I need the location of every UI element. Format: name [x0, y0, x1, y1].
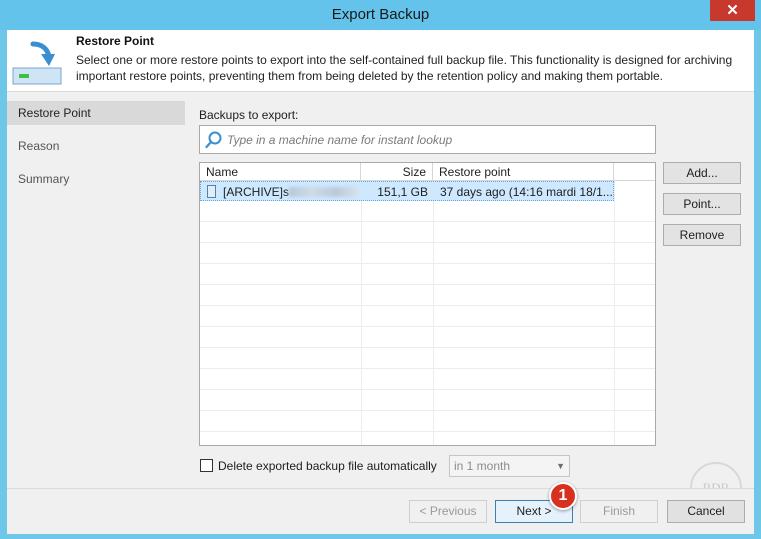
- row-name: [ARCHIVE]s: [223, 185, 290, 199]
- retention-period-value: in 1 month: [454, 459, 511, 473]
- close-button[interactable]: ✕: [710, 0, 755, 21]
- empty-row: [200, 370, 655, 390]
- header-description: Select one or more restore points to exp…: [76, 53, 733, 83]
- step-badge: 1: [549, 482, 577, 510]
- column-restore-point[interactable]: Restore point: [433, 163, 614, 181]
- export-backup-window: Export Backup ✕ Restore Point Select one…: [0, 0, 761, 539]
- redacted-text: [289, 187, 360, 197]
- row-size: 151,1 GB: [377, 185, 428, 199]
- step-reason[interactable]: Reason: [7, 134, 185, 158]
- step-restore-point[interactable]: Restore Point: [7, 101, 185, 125]
- finish-button[interactable]: Finish: [580, 500, 658, 523]
- window-title: Export Backup: [331, 6, 430, 23]
- backups-table[interactable]: Name Size Restore point [ARCHIVE]s 151,1…: [199, 162, 656, 446]
- wizard-footer: < Previous Next > Finish Cancel: [7, 488, 754, 534]
- wizard-header: Restore Point Select one or more restore…: [7, 30, 754, 92]
- empty-row: [200, 328, 655, 348]
- point-button[interactable]: Point...: [663, 193, 741, 215]
- wizard-steps: Restore Point Reason Summary: [7, 101, 185, 489]
- row-name-cell: [ARCHIVE]s: [201, 182, 362, 202]
- table-row[interactable]: [ARCHIVE]s 151,1 GB 37 days ago (14:16 m…: [200, 181, 614, 201]
- empty-row: [200, 244, 655, 264]
- search-icon: [205, 131, 222, 149]
- remove-button[interactable]: Remove: [663, 224, 741, 246]
- empty-row: [200, 265, 655, 285]
- empty-row: [200, 307, 655, 327]
- column-size[interactable]: Size: [361, 163, 433, 181]
- retention-period-select[interactable]: in 1 month ▼: [449, 455, 570, 477]
- empty-row: [200, 349, 655, 369]
- backups-label: Backups to export:: [199, 108, 299, 122]
- add-button[interactable]: Add...: [663, 162, 741, 184]
- row-restore-point: 37 days ago (14:16 mardi 18/1...: [440, 185, 613, 199]
- empty-row: [200, 223, 655, 243]
- title-bar: Export Backup ✕: [0, 0, 761, 30]
- restore-point-icon: [12, 41, 62, 85]
- previous-button[interactable]: < Previous: [409, 500, 487, 523]
- header-title: Restore Point: [76, 34, 155, 48]
- empty-row: [200, 286, 655, 306]
- table-header: Name Size Restore point: [200, 163, 655, 181]
- step-summary[interactable]: Summary: [7, 167, 185, 191]
- chevron-down-icon: ▼: [556, 461, 565, 471]
- backup-file-icon: [207, 185, 216, 198]
- column-name[interactable]: Name: [200, 163, 361, 181]
- dialog-client: Restore Point Select one or more restore…: [7, 30, 754, 534]
- delete-exported-checkbox[interactable]: [200, 459, 213, 472]
- cancel-button[interactable]: Cancel: [667, 500, 745, 523]
- empty-row: [200, 202, 655, 222]
- search-box[interactable]: [199, 125, 656, 154]
- empty-row: [200, 412, 655, 432]
- search-input[interactable]: [227, 130, 647, 150]
- delete-exported-label[interactable]: Delete exported backup file automaticall…: [218, 459, 437, 473]
- empty-row: [200, 391, 655, 411]
